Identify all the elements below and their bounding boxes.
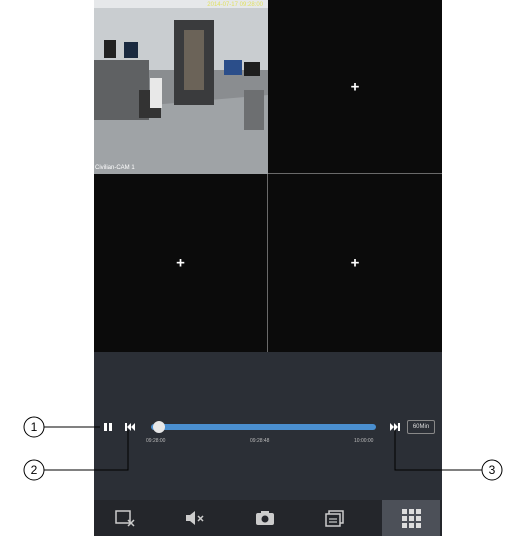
progress-thumb[interactable]: [152, 421, 165, 433]
time-start-label: 09:28:00: [146, 438, 166, 444]
pause-icon: [104, 423, 112, 431]
camera-tile-4[interactable]: +: [268, 174, 442, 352]
skip-back-icon: [125, 423, 135, 431]
camera-name: Civilian-CAM 1: [95, 165, 135, 171]
app-screen: 2014-07-17 09:28:00 Civilian-CAM 1 + + +…: [94, 0, 442, 536]
camera-grid: 2014-07-17 09:28:00 Civilian-CAM 1 + + +: [94, 0, 442, 352]
pause-button[interactable]: [103, 422, 113, 435]
camera-timestamp: 2014-07-17 09:28:00: [207, 2, 263, 8]
mute-button[interactable]: [166, 500, 224, 536]
callout-2-circle: [23, 459, 45, 481]
camera-tile-2[interactable]: +: [268, 0, 442, 174]
duration-button[interactable]: 60Min: [407, 420, 435, 434]
grid-view-button[interactable]: [382, 500, 440, 536]
camera-feed-image: [94, 0, 268, 174]
playback-progress-bar[interactable]: [151, 421, 376, 433]
camera-tile-1[interactable]: 2014-07-17 09:28:00 Civilian-CAM 1: [94, 0, 268, 174]
camera-tile-3[interactable]: +: [94, 174, 268, 352]
camera-icon: [256, 511, 274, 525]
callout-1-circle: [23, 416, 45, 438]
close-window-button[interactable]: [96, 500, 154, 536]
add-camera-icon[interactable]: +: [351, 255, 360, 272]
split-icon: [325, 510, 344, 527]
callout-3-circle: [481, 459, 503, 481]
callout-3-label: 3: [489, 463, 496, 477]
snapshot-button[interactable]: [236, 500, 294, 536]
skip-forward-icon: [390, 423, 400, 431]
mute-icon: [186, 511, 204, 525]
split-view-button[interactable]: [306, 500, 364, 536]
add-camera-icon[interactable]: +: [176, 255, 185, 272]
time-mid-label: 09:28:48: [250, 438, 270, 444]
close-window-icon: [115, 510, 135, 527]
add-camera-icon[interactable]: +: [351, 78, 360, 95]
next-button[interactable]: [390, 422, 400, 435]
time-end-label: 10:00:00: [354, 438, 374, 444]
previous-button[interactable]: [125, 422, 135, 435]
callout-1-label: 1: [31, 420, 38, 434]
callout-2-label: 2: [31, 463, 38, 477]
bottom-toolbar: [94, 500, 442, 536]
grid-icon: [402, 509, 421, 528]
